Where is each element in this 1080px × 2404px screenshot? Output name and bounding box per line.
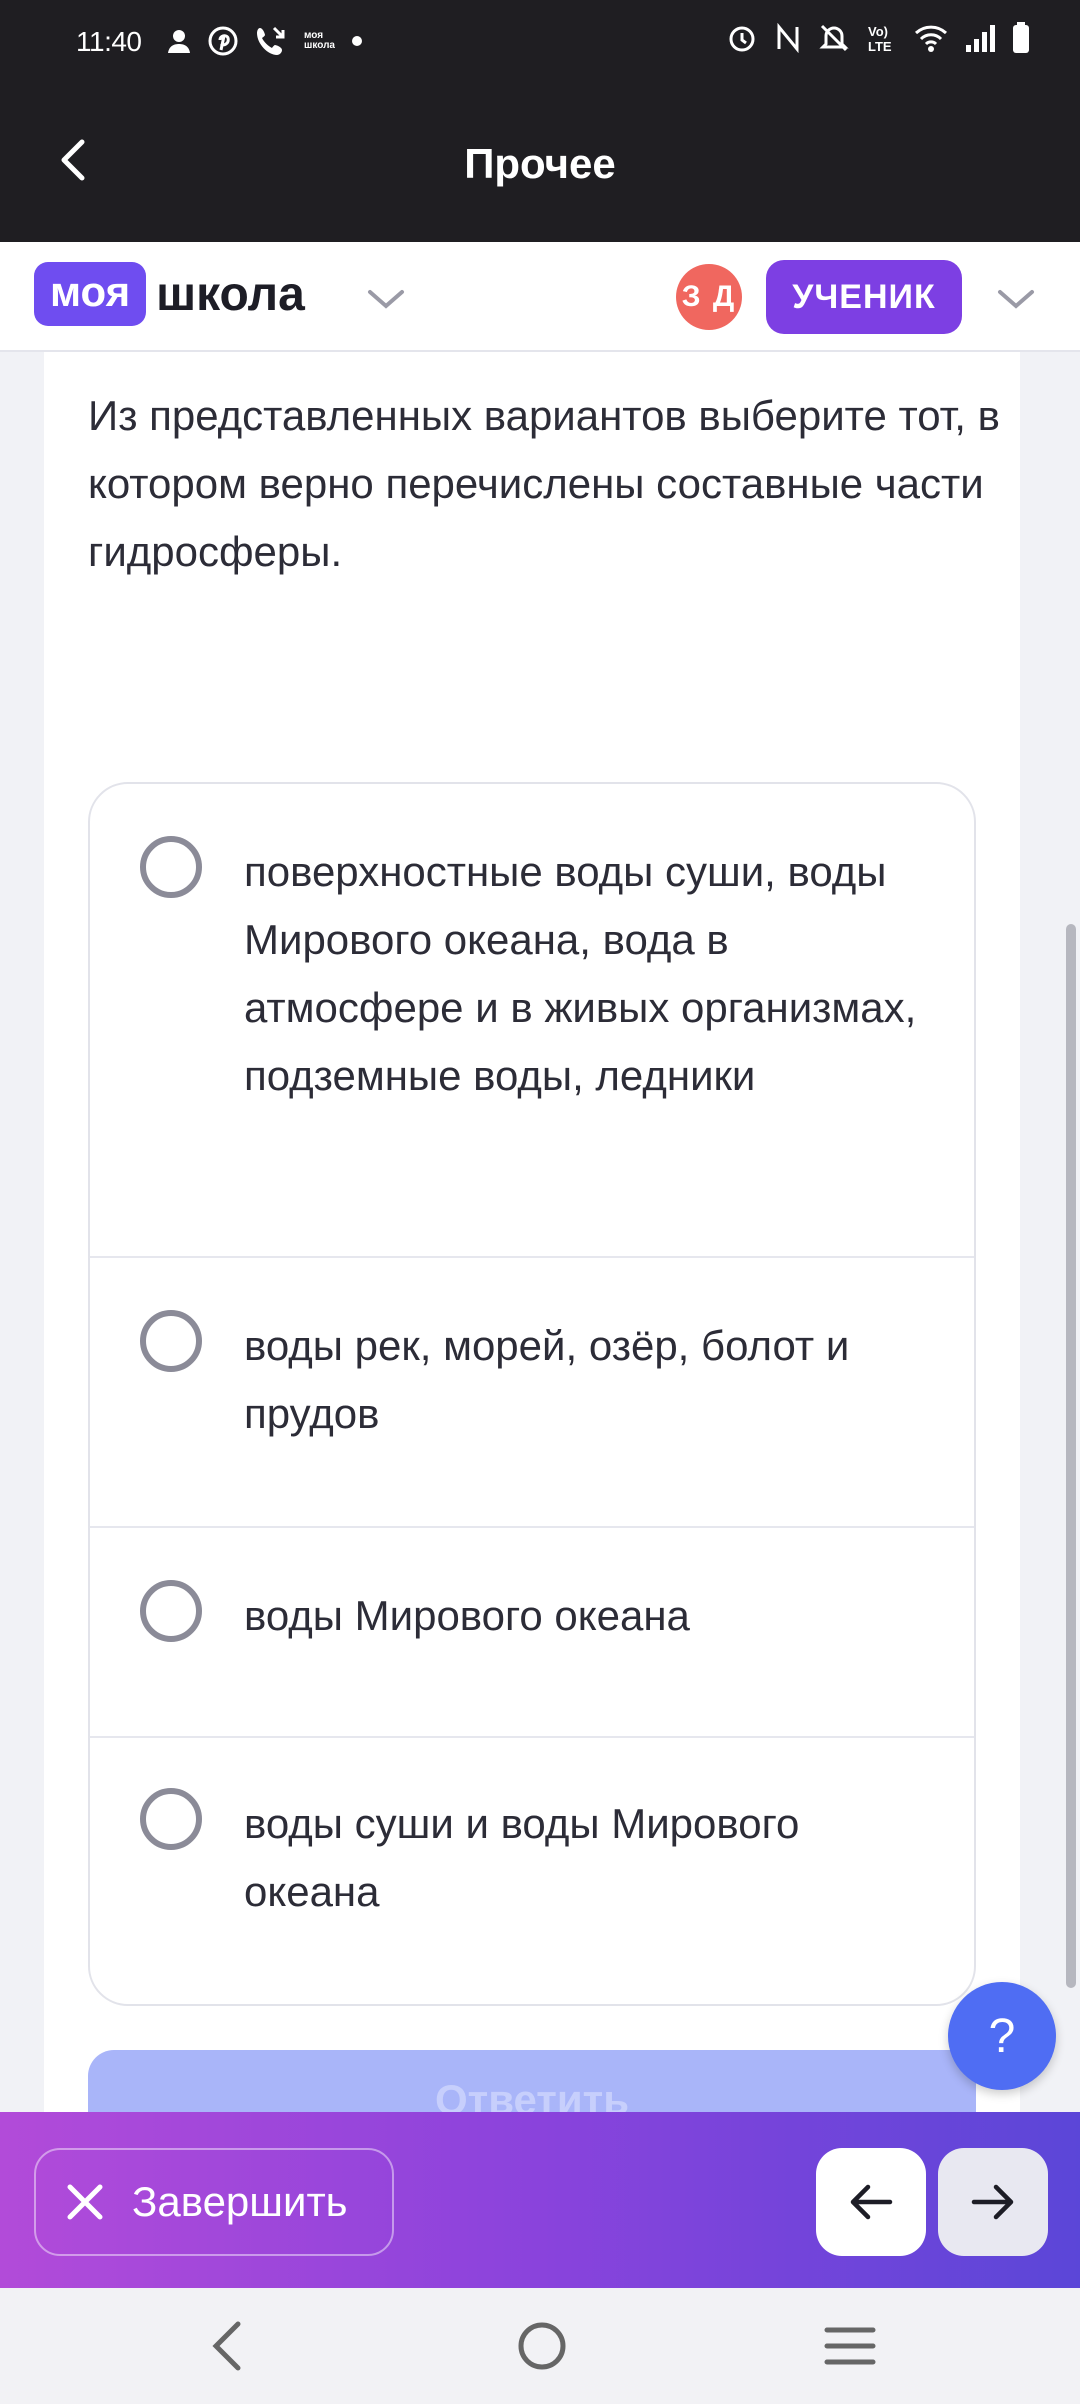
logo[interactable]: моя школа bbox=[34, 262, 305, 326]
system-nav-bar bbox=[0, 2288, 1080, 2404]
radio-button[interactable] bbox=[140, 1580, 202, 1642]
status-time: 11:40 bbox=[76, 26, 142, 57]
help-button[interactable]: ? bbox=[948, 1982, 1056, 2090]
system-back-icon[interactable] bbox=[206, 2318, 246, 2374]
svg-text:LTE: LTE bbox=[868, 39, 892, 54]
question-card: Из представленных вариантов выберите тот… bbox=[44, 352, 1020, 2160]
previous-question-button[interactable] bbox=[816, 2148, 926, 2256]
logo-part-moya: моя bbox=[34, 262, 147, 326]
answer-option-text: поверхностные воды суши, воды Мирового о… bbox=[244, 848, 917, 1099]
mute-icon bbox=[819, 24, 849, 52]
status-bar: 11:40 моя школа Vo) LTE bbox=[0, 0, 1080, 88]
next-question-button[interactable] bbox=[938, 2148, 1048, 2256]
question-text: Из представленных вариантов выберите тот… bbox=[88, 392, 1000, 575]
page-title: Прочее bbox=[464, 140, 616, 187]
answer-option-text: воды суши и воды Мирового океана bbox=[244, 1800, 800, 1915]
scrollbar[interactable] bbox=[1066, 924, 1076, 1988]
wifi-icon bbox=[914, 25, 948, 52]
person-icon bbox=[168, 30, 190, 53]
radio-button[interactable] bbox=[140, 1310, 202, 1372]
answer-option-text: воды Мирового океана bbox=[244, 1592, 690, 1639]
close-icon bbox=[67, 2184, 103, 2220]
finish-button[interactable]: Завершить bbox=[34, 2148, 394, 2256]
chevron-down-icon[interactable] bbox=[366, 286, 406, 314]
chevron-down-icon[interactable] bbox=[996, 286, 1036, 314]
pinterest-icon bbox=[208, 26, 238, 56]
avatar[interactable]: З Д bbox=[676, 264, 742, 330]
site-header: моя школа З Д УЧЕНИК bbox=[0, 242, 1080, 352]
answer-option-2[interactable]: воды рек, морей, озёр, болот и прудов bbox=[90, 1258, 974, 1528]
arrow-left-icon bbox=[850, 2184, 893, 2220]
signal-icon bbox=[966, 25, 995, 52]
test-action-bar: Завершить bbox=[0, 2112, 1080, 2288]
svg-text:Vo): Vo) bbox=[868, 24, 888, 39]
system-home-icon[interactable] bbox=[516, 2318, 568, 2374]
arrow-right-icon bbox=[971, 2184, 1014, 2220]
alarm-icon bbox=[729, 26, 755, 52]
logo-part-shkola: школа bbox=[156, 267, 305, 321]
answer-options: поверхностные воды суши, воды Мирового о… bbox=[88, 782, 976, 2006]
answer-option-1[interactable]: поверхностные воды суши, воды Мирового о… bbox=[90, 784, 974, 1258]
finish-button-label: Завершить bbox=[132, 2178, 348, 2225]
nfc-icon bbox=[777, 23, 799, 53]
system-menu-icon[interactable] bbox=[824, 2318, 876, 2374]
answer-option-4[interactable]: воды суши и воды Мирового океана bbox=[90, 1738, 974, 2004]
dot-icon bbox=[351, 36, 362, 46]
role-button[interactable]: УЧЕНИК bbox=[766, 260, 962, 334]
radio-button[interactable] bbox=[140, 1788, 202, 1850]
app-bar: Прочее bbox=[0, 88, 1080, 242]
radio-button[interactable] bbox=[140, 836, 202, 898]
moya-shkola-icon: моя школа bbox=[304, 30, 335, 51]
answer-option-text: воды рек, морей, озёр, болот и прудов bbox=[244, 1322, 850, 1437]
missed-call-icon bbox=[257, 26, 285, 55]
volte-icon: Vo)LTE bbox=[868, 24, 892, 54]
battery-icon bbox=[1013, 22, 1029, 53]
answer-option-3[interactable]: воды Мирового океана bbox=[90, 1528, 974, 1738]
